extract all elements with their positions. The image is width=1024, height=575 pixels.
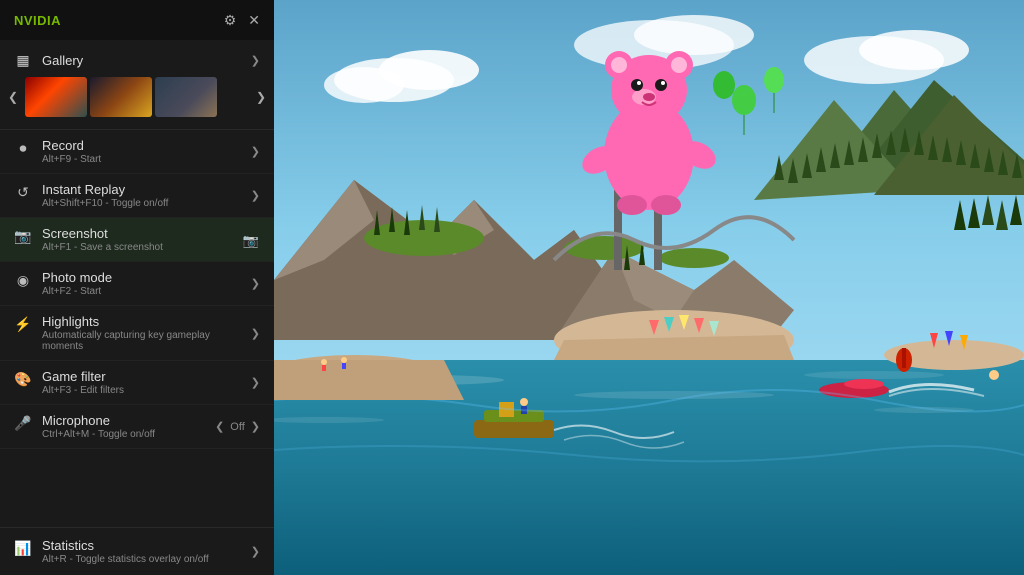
menu-items-list: ⏺ Record Alt+F9 - Start ❯ ↺ Instant Repl… bbox=[0, 130, 274, 527]
microphone-title: Microphone bbox=[42, 413, 155, 428]
thumbnail-2[interactable] bbox=[90, 77, 152, 117]
gallery-next[interactable]: ❯ bbox=[252, 88, 270, 106]
highlights-chevron: ❯ bbox=[251, 327, 260, 340]
menu-item-screenshot[interactable]: 📷 Screenshot Alt+F1 - Save a screenshot … bbox=[0, 218, 274, 262]
menu-item-microphone[interactable]: 🎤 Microphone Ctrl+Alt+M - Toggle on/off … bbox=[0, 405, 274, 449]
thumbnail-1[interactable] bbox=[25, 77, 87, 117]
microphone-subtitle: Ctrl+Alt+M - Toggle on/off bbox=[42, 429, 155, 440]
gallery-chevron: ❯ bbox=[251, 54, 260, 67]
statistics-icon: 📊 bbox=[14, 540, 32, 557]
statistics-title: Statistics bbox=[42, 538, 209, 553]
close-icon[interactable]: ✕ bbox=[248, 12, 260, 29]
app-title: NVIDIA bbox=[14, 13, 61, 28]
gallery-prev[interactable]: ❮ bbox=[4, 88, 22, 106]
sidebar-header: NVIDIA ⚙ ✕ bbox=[0, 0, 274, 40]
game-background bbox=[274, 0, 1024, 575]
settings-icon[interactable]: ⚙ bbox=[224, 12, 237, 29]
game-filter-chevron: ❯ bbox=[251, 376, 260, 389]
mic-next-chevron[interactable]: ❯ bbox=[251, 420, 260, 433]
gallery-label: Gallery bbox=[42, 53, 83, 68]
game-scene bbox=[274, 0, 1024, 575]
instant-replay-subtitle: Alt+Shift+F10 - Toggle on/off bbox=[42, 198, 168, 209]
sidebar: NVIDIA ⚙ ✕ ▦ Gallery ❯ ❮ ❯ bbox=[0, 0, 274, 575]
screenshot-icon: 📷 bbox=[14, 228, 32, 245]
gallery-left: ▦ Gallery bbox=[14, 52, 83, 69]
menu-item-highlights[interactable]: ⚡ Highlights Automatically capturing key… bbox=[0, 306, 274, 361]
menu-item-statistics[interactable]: 📊 Statistics Alt+R - Toggle statistics o… bbox=[0, 528, 274, 575]
microphone-icon: 🎤 bbox=[14, 415, 32, 432]
thumbnail-3[interactable] bbox=[155, 77, 217, 117]
gallery-section: ▦ Gallery ❯ ❮ ❯ bbox=[0, 40, 274, 130]
thumbnails-container bbox=[25, 77, 249, 117]
highlights-icon: ⚡ bbox=[14, 316, 32, 333]
screenshot-camera-icon: 📷 bbox=[242, 233, 260, 249]
highlights-title: Highlights bbox=[42, 314, 251, 329]
game-filter-icon: 🎨 bbox=[14, 371, 32, 388]
gallery-icon: ▦ bbox=[14, 52, 32, 69]
photo-mode-icon: ◉ bbox=[14, 272, 32, 289]
menu-item-instant-replay[interactable]: ↺ Instant Replay Alt+Shift+F10 - Toggle … bbox=[0, 174, 274, 218]
photo-mode-chevron: ❯ bbox=[251, 277, 260, 290]
record-subtitle: Alt+F9 - Start bbox=[42, 154, 101, 165]
screenshot-subtitle: Alt+F1 - Save a screenshot bbox=[42, 242, 163, 253]
instant-replay-chevron: ❯ bbox=[251, 189, 260, 202]
menu-item-record[interactable]: ⏺ Record Alt+F9 - Start ❯ bbox=[0, 130, 274, 174]
sidebar-footer: 📊 Statistics Alt+R - Toggle statistics o… bbox=[0, 527, 274, 575]
photo-mode-title: Photo mode bbox=[42, 270, 112, 285]
menu-item-photo-mode[interactable]: ◉ Photo mode Alt+F2 - Start ❯ bbox=[0, 262, 274, 306]
header-icons: ⚙ ✕ bbox=[224, 12, 260, 29]
record-chevron: ❯ bbox=[251, 145, 260, 158]
game-filter-subtitle: Alt+F3 - Edit filters bbox=[42, 385, 124, 396]
statistics-chevron: ❯ bbox=[251, 545, 260, 558]
record-title: Record bbox=[42, 138, 101, 153]
highlights-subtitle: Automatically capturing key gameplay mom… bbox=[42, 330, 251, 352]
gallery-row[interactable]: ▦ Gallery ❯ bbox=[0, 48, 274, 73]
statistics-subtitle: Alt+R - Toggle statistics overlay on/off bbox=[42, 554, 209, 565]
photo-mode-subtitle: Alt+F2 - Start bbox=[42, 286, 112, 297]
mic-prev-icon[interactable]: ❮ bbox=[215, 420, 224, 433]
game-filter-title: Game filter bbox=[42, 369, 124, 384]
main-content bbox=[274, 0, 1024, 575]
screenshot-title: Screenshot bbox=[42, 226, 163, 241]
menu-item-game-filter[interactable]: 🎨 Game filter Alt+F3 - Edit filters ❯ bbox=[0, 361, 274, 405]
record-icon: ⏺ bbox=[14, 140, 32, 157]
instant-replay-title: Instant Replay bbox=[42, 182, 168, 197]
instant-replay-icon: ↺ bbox=[14, 184, 32, 201]
microphone-value: Off bbox=[230, 421, 244, 433]
gallery-thumbnails: ❮ ❯ bbox=[0, 73, 274, 123]
